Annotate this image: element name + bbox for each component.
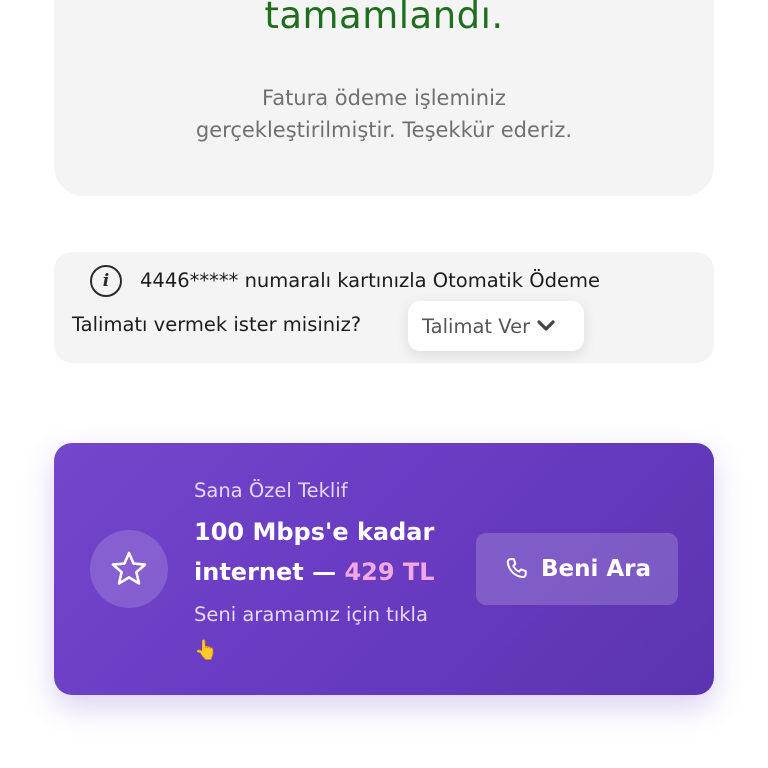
success-message-line2: gerçekleştirilmiştir. Teşekkür ederiz. [195,118,573,142]
chevron-down-icon [537,320,555,331]
phone-icon [506,558,527,579]
offer-icon-badge [90,530,168,608]
offer-subtitle-text: Seni aramamız için tıkla [194,603,428,626]
call-me-button-label: Beni Ara [540,556,652,582]
autopay-dropdown[interactable]: Talimat Ver [408,301,584,351]
info-icon: i [90,265,122,297]
pointing-hand-icon: 👆 [194,639,218,661]
offer-subtitle: Seni aramamız için tıkla 👆 [194,597,454,668]
call-me-button[interactable]: Beni Ara [476,533,678,605]
autopay-text-line2: Talimatı vermek ister misiniz? [72,313,362,336]
success-title: tamamlandı. [264,0,504,37]
offer-label: Sana Özel Teklif [194,479,348,502]
autopay-text-line1: 4446***** numaralı kartınızla Otomatik Ö… [140,269,600,292]
offer-title: 100 Mbps'e kadar internet — 429 TL [194,512,464,592]
success-message-line1: Fatura ödeme işleminiz [262,86,506,110]
success-message: Fatura ödeme işleminiz gerçekleştirilmiş… [0,82,768,146]
offer-price: 429 TL [344,558,435,586]
star-icon [111,551,147,585]
autopay-dropdown-label: Talimat Ver [422,314,531,338]
